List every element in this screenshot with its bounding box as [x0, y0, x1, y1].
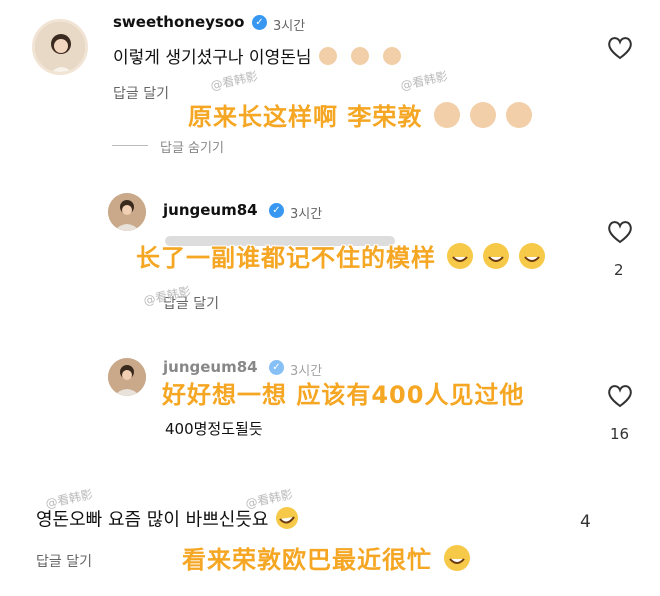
verified-badge-icon: ✓	[252, 15, 267, 30]
comment-text: 영돈오빠 요즘 많이 바쁘신듯요	[36, 505, 300, 536]
comment-text: 이렇게 생기셨구나 이영돈님	[113, 43, 411, 72]
comment-text-label: 영돈오빠 요즘 많이 바쁘신듯요	[36, 509, 269, 531]
like-count: 16	[610, 425, 630, 443]
laughing-face-icon	[445, 241, 549, 277]
translation-overlay-text: 看来荣敦欧巴最近很忙	[182, 546, 432, 574]
username[interactable]: jungeum84	[163, 358, 258, 376]
like-count: 2	[614, 261, 624, 279]
timestamp: 3시간	[273, 19, 306, 34]
translation-overlay: 长了一副谁都记不住的模样	[136, 238, 549, 277]
translation-overlay: 好好想一想 应该有400人见过他	[162, 381, 525, 409]
username[interactable]: jungeum84	[163, 201, 258, 219]
avatar[interactable]	[32, 19, 88, 75]
translation-overlay: 原来长这样啊 李荣敦	[188, 97, 536, 136]
avatar[interactable]	[108, 193, 146, 231]
heart-icon[interactable]	[607, 384, 633, 412]
avatar-image	[108, 358, 146, 396]
username[interactable]: sweethoneysoo	[113, 13, 244, 31]
clapping-hands-icon	[432, 100, 536, 136]
timestamp: 3시간	[290, 207, 323, 222]
reply-button[interactable]: 답글 달기	[113, 83, 169, 103]
avatar[interactable]	[108, 358, 146, 396]
translation-overlay-text: 长了一副谁都记不住的模样	[136, 244, 436, 272]
comment-text: 400명정도될듯	[165, 420, 263, 438]
hide-replies-button[interactable]: 답글 숨기기	[160, 137, 224, 156]
reply-button[interactable]: 답글 달기	[36, 551, 92, 571]
verified-badge-icon: ✓	[269, 203, 284, 218]
rolling-laughing-face-icon	[274, 505, 300, 536]
laughing-face-icon	[441, 543, 473, 579]
heart-icon[interactable]	[607, 220, 633, 248]
verified-badge-icon: ✓	[269, 360, 284, 375]
hide-replies-line	[112, 145, 148, 146]
clapping-hands-icon	[317, 45, 411, 72]
translation-overlay: 看来荣敦欧巴最近很忙	[182, 540, 473, 579]
avatar-image	[108, 193, 146, 231]
comment-text-label: 이렇게 생기셨구나 이영돈님	[113, 48, 312, 68]
like-count: 4	[580, 512, 591, 532]
avatar-image	[35, 22, 85, 72]
heart-icon[interactable]	[607, 36, 633, 64]
translation-overlay-text: 原来长这样啊 李荣敦	[188, 103, 423, 131]
